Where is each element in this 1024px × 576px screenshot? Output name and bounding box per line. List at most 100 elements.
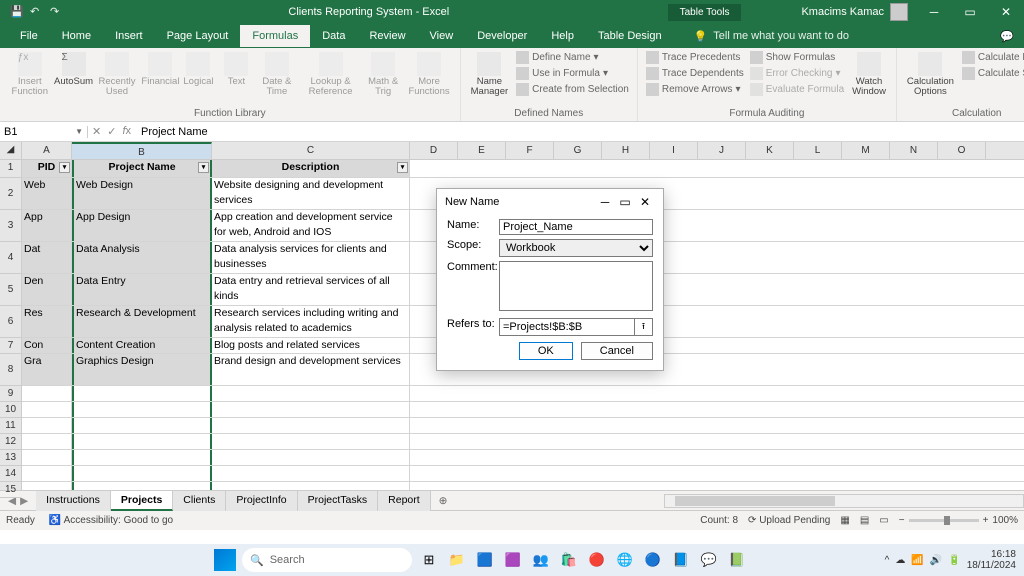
cell-project-name[interactable]: Web Design xyxy=(72,178,212,209)
cell-pid[interactable]: Con xyxy=(22,338,72,353)
opera-icon[interactable]: 🔴 xyxy=(586,549,608,571)
col-header-G[interactable]: G xyxy=(554,142,602,159)
taskbar-search[interactable]: 🔍Search xyxy=(242,548,412,572)
recently-used-button[interactable]: Recently Used xyxy=(94,50,141,100)
status-upload[interactable]: ⟳ Upload Pending xyxy=(748,515,830,526)
col-header-I[interactable]: I xyxy=(650,142,698,159)
explorer-icon[interactable]: 📁 xyxy=(446,549,468,571)
row-header[interactable]: 3 xyxy=(0,210,21,242)
cell-description[interactable]: Brand design and development services xyxy=(212,354,410,385)
range-picker-icon[interactable]: ⭱ xyxy=(635,318,653,336)
zoom-level[interactable]: 100% xyxy=(992,515,1018,526)
filter-icon[interactable]: ▾ xyxy=(397,162,408,173)
col-header-M[interactable]: M xyxy=(842,142,890,159)
remove-arrows-button[interactable]: Remove Arrows ▾ xyxy=(644,82,746,97)
row-header[interactable]: 13 xyxy=(0,450,21,466)
col-header-E[interactable]: E xyxy=(458,142,506,159)
cell-pid[interactable]: Dat xyxy=(22,242,72,273)
autosum-button[interactable]: ΣAutoSum xyxy=(56,50,92,89)
tab-view[interactable]: View xyxy=(418,25,466,47)
calculate-sheet-button[interactable]: Calculate Sheet xyxy=(960,66,1024,81)
onedrive-icon[interactable]: ☁ xyxy=(895,555,905,566)
tab-home[interactable]: Home xyxy=(50,25,103,47)
next-sheet-icon[interactable]: ▶ xyxy=(20,495,28,507)
sheet-tab-report[interactable]: Report xyxy=(378,491,431,511)
filter-icon[interactable]: ▾ xyxy=(59,162,70,173)
close-button[interactable]: ✕ xyxy=(992,3,1020,21)
wifi-icon[interactable]: 📶 xyxy=(911,555,923,566)
more-functions-button[interactable]: More Functions xyxy=(404,50,453,100)
row-header[interactable]: 7 xyxy=(0,338,21,354)
tab-formulas[interactable]: Formulas xyxy=(240,25,310,47)
mathtrig-button[interactable]: Math & Trig xyxy=(364,50,403,100)
maximize-button[interactable]: ▭ xyxy=(956,3,984,21)
chevron-down-icon[interactable]: ▼ xyxy=(75,127,83,136)
col-header-A[interactable]: A xyxy=(22,142,72,159)
cell-description[interactable]: Website designing and development servic… xyxy=(212,178,410,209)
dialog-minimize-icon[interactable]: ─ xyxy=(595,195,615,209)
col-header-K[interactable]: K xyxy=(746,142,794,159)
start-button[interactable] xyxy=(214,549,236,571)
tell-me-search[interactable]: 💡 Tell me what you want to do xyxy=(694,30,849,43)
horizontal-scrollbar[interactable] xyxy=(664,494,1024,508)
row-header[interactable]: 15 xyxy=(0,482,21,498)
header-project-name[interactable]: Project Name▾ xyxy=(72,160,212,177)
cell-project-name[interactable]: App Design xyxy=(72,210,212,241)
name-manager-button[interactable]: Name Manager xyxy=(467,50,513,100)
cell-project-name[interactable]: Research & Development xyxy=(72,306,212,337)
lookup-button[interactable]: Lookup & Reference xyxy=(299,50,362,100)
tab-insert[interactable]: Insert xyxy=(103,25,155,47)
row-header[interactable]: 4 xyxy=(0,242,21,274)
tab-file[interactable]: File xyxy=(8,25,50,47)
financial-button[interactable]: Financial xyxy=(142,50,178,89)
use-in-formula-button[interactable]: Use in Formula ▾ xyxy=(514,66,631,81)
cell-pid[interactable]: Web xyxy=(22,178,72,209)
row-header[interactable]: 12 xyxy=(0,434,21,450)
cell-description[interactable]: Data analysis services for clients and b… xyxy=(212,242,410,273)
row-header[interactable]: 1 xyxy=(0,160,21,178)
chevron-up-icon[interactable]: ^ xyxy=(885,555,890,566)
undo-icon[interactable]: ↶ xyxy=(30,5,44,19)
calculation-options-button[interactable]: Calculation Options xyxy=(903,50,958,100)
fx-icon[interactable]: fx xyxy=(122,125,131,138)
cell-project-name[interactable]: Graphics Design xyxy=(72,354,212,385)
logical-button[interactable]: Logical xyxy=(180,50,216,89)
cell-description[interactable]: Data entry and retrieval services of all… xyxy=(212,274,410,305)
add-sheet-button[interactable]: ⊕ xyxy=(431,495,456,507)
cell-description[interactable]: Research services including writing and … xyxy=(212,306,410,337)
row-header[interactable]: 8 xyxy=(0,354,21,386)
cell-pid[interactable]: Res xyxy=(22,306,72,337)
volume-icon[interactable]: 🔊 xyxy=(930,555,942,566)
text-button[interactable]: Text xyxy=(218,50,254,89)
comment-textarea[interactable] xyxy=(499,261,653,311)
cell-pid[interactable]: App xyxy=(22,210,72,241)
word-icon[interactable]: 📘 xyxy=(670,549,692,571)
row-header[interactable]: 9 xyxy=(0,386,21,402)
col-header-H[interactable]: H xyxy=(602,142,650,159)
trace-precedents-button[interactable]: Trace Precedents xyxy=(644,50,746,65)
app-icon[interactable]: 🟦 xyxy=(474,549,496,571)
datetime-button[interactable]: Date & Time xyxy=(256,50,297,100)
watch-window-button[interactable]: Watch Window xyxy=(848,50,890,100)
name-input[interactable] xyxy=(499,219,653,235)
row-header[interactable]: 10 xyxy=(0,402,21,418)
col-header-B[interactable]: B xyxy=(72,142,212,159)
show-formulas-button[interactable]: Show Formulas xyxy=(748,50,846,65)
row-header[interactable]: 11 xyxy=(0,418,21,434)
trace-dependents-button[interactable]: Trace Dependents xyxy=(644,66,746,81)
dialog-close-icon[interactable]: ✕ xyxy=(635,195,655,209)
tab-developer[interactable]: Developer xyxy=(465,25,539,47)
row-header[interactable]: 6 xyxy=(0,306,21,338)
sheet-tab-projecttasks[interactable]: ProjectTasks xyxy=(298,491,379,511)
cell-project-name[interactable]: Content Creation xyxy=(72,338,212,353)
ok-button[interactable]: OK xyxy=(519,342,573,360)
error-checking-button[interactable]: Error Checking ▾ xyxy=(748,66,846,81)
edge-icon[interactable]: 🔵 xyxy=(642,549,664,571)
scope-select[interactable]: Workbook xyxy=(499,239,653,257)
refers-to-input[interactable] xyxy=(499,318,635,336)
insert-function-button[interactable]: ƒxInsert Function xyxy=(6,50,54,100)
tab-tabledesign[interactable]: Table Design xyxy=(586,25,674,47)
tab-review[interactable]: Review xyxy=(357,25,417,47)
battery-icon[interactable]: 🔋 xyxy=(948,555,960,566)
sheet-tab-projectinfo[interactable]: ProjectInfo xyxy=(226,491,297,511)
